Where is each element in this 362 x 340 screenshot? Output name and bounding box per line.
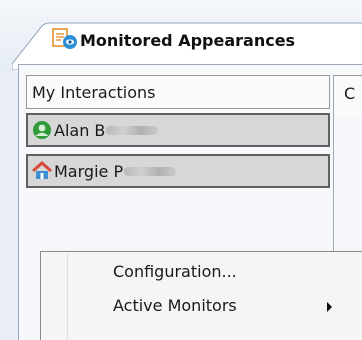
- menu-item-label: Configuration...: [113, 262, 237, 281]
- list-item[interactable]: Margie P: [26, 154, 330, 188]
- tab-label: Monitored Appearances: [80, 31, 296, 50]
- user-name: Alan B: [54, 120, 106, 140]
- submenu-arrow-icon: [327, 302, 332, 312]
- list-header[interactable]: My Interactions: [26, 75, 330, 109]
- monitored-appearances-icon: [52, 28, 77, 49]
- menu-item-active-monitors[interactable]: Active Monitors: [41, 290, 362, 320]
- redacted-surname: [124, 166, 177, 176]
- menu-item-configuration[interactable]: Configuration...: [41, 256, 362, 286]
- available-status-icon: [33, 121, 51, 139]
- right-pane-header[interactable]: C: [334, 75, 362, 116]
- context-menu: Configuration... Active Monitors: [40, 251, 362, 340]
- list-item[interactable]: Alan B: [26, 113, 330, 147]
- home-status-icon: [32, 161, 52, 179]
- right-pane-label: C: [344, 84, 356, 103]
- list-header-label: My Interactions: [32, 82, 156, 102]
- user-name: Margie P: [54, 161, 124, 181]
- redacted-surname: [106, 125, 159, 135]
- menu-item-label: Active Monitors: [113, 296, 237, 315]
